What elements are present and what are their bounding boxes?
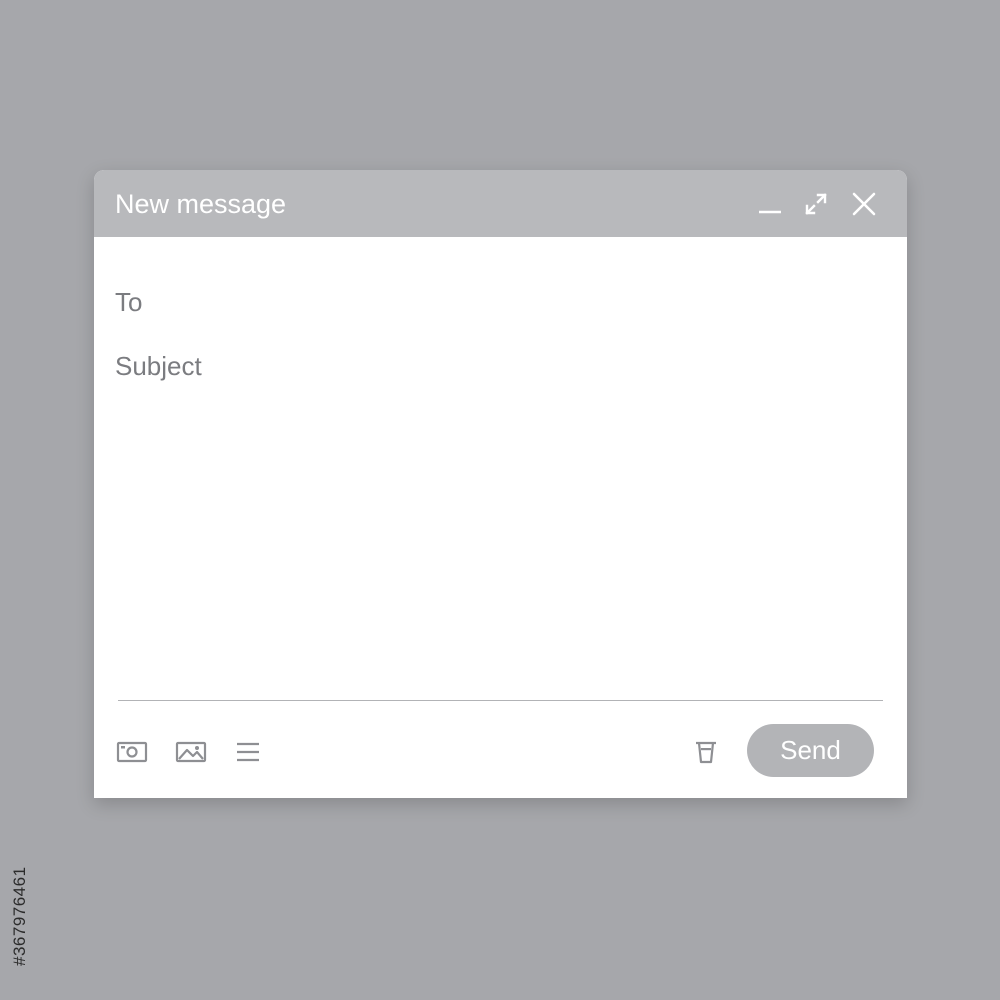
camera-icon <box>116 741 148 763</box>
subject-field[interactable]: Subject <box>115 351 202 381</box>
to-field[interactable]: To <box>115 287 142 317</box>
formatting-button[interactable] <box>232 738 264 766</box>
compose-titlebar: New message <box>94 170 907 237</box>
image-icon <box>175 741 207 763</box>
to-label: To <box>115 287 143 317</box>
page-background: { "compose": { "title": "New message", "… <box>0 0 1000 1000</box>
close-button[interactable] <box>848 188 880 220</box>
trash-icon <box>696 741 716 764</box>
send-button[interactable]: Send <box>747 724 874 777</box>
expand-button[interactable] <box>800 188 832 220</box>
toolbar-divider <box>118 700 883 701</box>
compose-window: New message To Subject Send <box>94 170 907 798</box>
discard-button[interactable] <box>690 738 722 766</box>
subject-label: Subject <box>115 351 202 381</box>
compose-title: New message <box>115 189 287 219</box>
format-list-icon <box>237 742 259 762</box>
minimize-icon <box>759 210 781 214</box>
close-icon <box>852 192 876 216</box>
insert-image-button[interactable] <box>175 738 207 766</box>
message-body[interactable] <box>115 400 885 690</box>
insert-photo-button[interactable] <box>116 738 148 766</box>
minimize-button[interactable] <box>754 188 786 220</box>
stock-id-watermark: #367976461 <box>10 866 29 966</box>
expand-icon <box>805 193 827 215</box>
